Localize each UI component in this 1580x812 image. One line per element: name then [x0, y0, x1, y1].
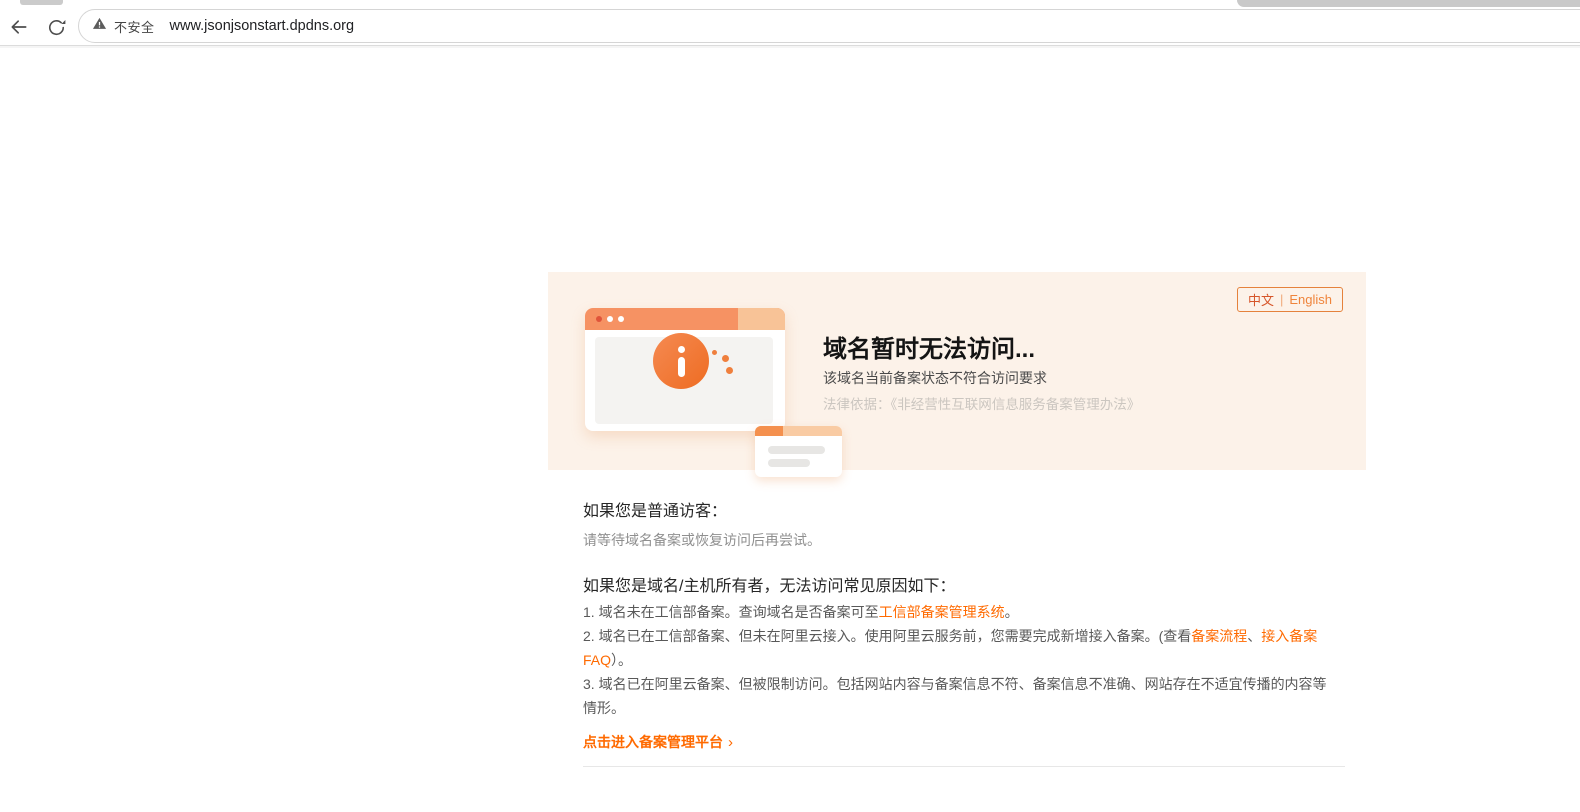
filing-process-link[interactable]: 备案流程	[1191, 628, 1247, 644]
reason-2-suffix: ）。	[611, 652, 633, 668]
inactive-tab-edge	[1237, 0, 1580, 7]
reason-2-text: 2. 域名已在工信部备案、但未在阿里云接入。使用阿里云服务前，您需要完成新增接入…	[583, 628, 1192, 644]
visitor-tip-text: 请等待域名备案或恢复访问后再尝试。	[583, 532, 821, 548]
reason-item-2: 2. 域名已在工信部备案、但未在阿里云接入。使用阿里云服务前，您需要完成新增接入…	[583, 624, 1339, 672]
reason-1-suffix: 。	[1004, 604, 1019, 620]
mini-card-header	[755, 426, 842, 436]
back-button[interactable]	[6, 14, 32, 40]
miit-filing-system-link[interactable]: 工信部备案管理系统	[879, 604, 1005, 620]
reason-3-text: 3. 域名已在阿里云备案、但被限制访问。包括网站内容与备案信息不符、备案信息不准…	[583, 676, 1327, 716]
security-label: 不安全	[114, 19, 155, 35]
reason-item-1: 1. 域名未在工信部备案。查询域名是否备案可至工信部备案管理系统。	[583, 600, 1339, 624]
info-icon	[653, 333, 709, 389]
spark-icon	[722, 355, 729, 362]
security-indicator[interactable]: 不安全	[92, 16, 155, 36]
address-bar[interactable]: 不安全 www.jsonjsonstart.dpdns.org	[78, 9, 1580, 43]
tab-strip	[0, 0, 1580, 7]
reason-item-3: 3. 域名已在阿里云备案、但被限制访问。包括网站内容与备案信息不符、备案信息不准…	[583, 672, 1339, 720]
reason-2-separator: 、	[1247, 628, 1262, 644]
filing-platform-cta-link[interactable]: 点击进入备案管理平台 ›	[583, 732, 733, 752]
chevron-right-icon: ›	[728, 733, 733, 751]
reason-1-text: 1. 域名未在工信部备案。查询域名是否备案可至	[583, 604, 879, 620]
illustration-browser-card	[585, 308, 842, 477]
illustration-header-light-segment	[738, 308, 785, 330]
warning-triangle-icon	[92, 16, 107, 36]
window-dot-icon	[607, 316, 613, 322]
illustration-mini-card	[755, 426, 842, 477]
info-i-dot	[677, 345, 685, 353]
owner-section-heading: 如果您是域名/主机所有者，无法访问常见原因如下：	[583, 578, 956, 595]
legal-basis-text: 法律依据：《非经营性互联网信息服务备案管理办法》	[823, 397, 1141, 412]
mini-text-line	[768, 459, 810, 467]
info-i-bar	[677, 356, 685, 377]
reason-list: 1. 域名未在工信部备案。查询域名是否备案可至工信部备案管理系统。 2. 域名已…	[583, 600, 1339, 720]
mini-header-dark-segment	[755, 426, 783, 436]
mini-text-line	[768, 446, 825, 454]
visitor-section-heading: 如果您是普通访客：	[583, 503, 728, 520]
language-option-en[interactable]: English	[1289, 292, 1332, 307]
notice-banner: 中文 | English 域名暂时无法访问... 该域名当前备案状态不符合访问要…	[548, 272, 1366, 477]
window-dot-icon	[618, 316, 624, 322]
back-arrow-icon	[9, 17, 29, 37]
reload-button[interactable]	[43, 14, 69, 40]
language-switch-button[interactable]: 中文 | English	[1236, 287, 1343, 312]
tab-remnant	[20, 0, 63, 5]
spark-icon	[712, 350, 717, 355]
spark-icon	[726, 367, 733, 374]
reload-icon	[47, 18, 66, 37]
page-title: 域名暂时无法访问...	[823, 336, 1036, 363]
url-text: www.jsonjsonstart.dpdns.org	[169, 18, 355, 34]
illustration-card-header	[585, 308, 785, 330]
language-option-zh[interactable]: 中文	[1248, 290, 1274, 309]
cta-label: 点击进入备案管理平台	[583, 734, 723, 750]
language-separator: |	[1279, 292, 1284, 307]
window-dot-icon	[596, 316, 602, 322]
browser-toolbar: 不安全 www.jsonjsonstart.dpdns.org	[0, 7, 1580, 48]
page-subtitle: 该域名当前备案状态不符合访问要求	[823, 370, 1047, 386]
bottom-divider	[583, 766, 1345, 767]
page: 不安全 www.jsonjsonstart.dpdns.org 中文 | Eng…	[0, 0, 1580, 812]
